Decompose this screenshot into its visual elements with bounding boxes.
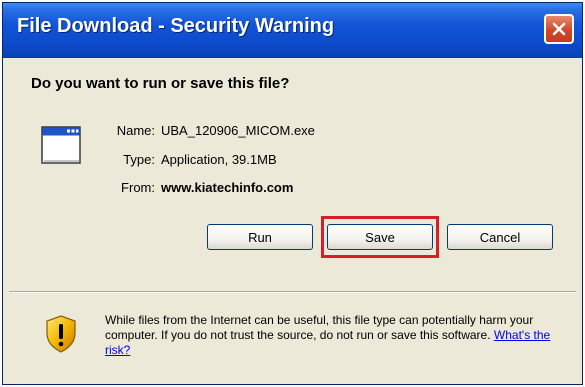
file-type-row: Type: Application, 39.1MB — [109, 152, 277, 167]
warning-message: While files from the Internet can be use… — [105, 313, 565, 358]
save-button[interactable]: Save — [327, 224, 433, 250]
title-bar[interactable]: File Download - Security Warning — [3, 3, 582, 58]
security-warning-dialog: File Download - Security Warning Do you … — [2, 2, 583, 385]
file-source-row: From: www.kiatechinfo.com — [109, 180, 293, 195]
close-button[interactable] — [544, 14, 574, 44]
cancel-button[interactable]: Cancel — [447, 224, 553, 250]
file-name-label: Name: — [116, 123, 155, 138]
file-type-value: Application, 39.1MB — [161, 152, 277, 167]
security-shield-icon — [46, 315, 76, 353]
file-name-value: UBA_120906_MICOM.exe — [161, 123, 315, 138]
dialog-question: Do you want to run or save this file? — [31, 75, 290, 92]
file-type-label: Type: — [123, 152, 155, 167]
window-title: File Download - Security Warning — [17, 15, 335, 37]
file-source-value: www.kiatechinfo.com — [161, 180, 294, 195]
file-source-label: From: — [121, 180, 155, 195]
close-icon — [552, 22, 566, 36]
warning-text: While files from the Internet can be use… — [105, 313, 534, 342]
file-info-panel: Do you want to run or save this file? Na… — [9, 58, 576, 291]
run-button[interactable]: Run — [207, 224, 313, 250]
file-name-row: Name: UBA_120906_MICOM.exe — [109, 123, 315, 138]
warning-panel: While files from the Internet can be use… — [9, 293, 576, 381]
application-window-icon — [41, 126, 81, 164]
